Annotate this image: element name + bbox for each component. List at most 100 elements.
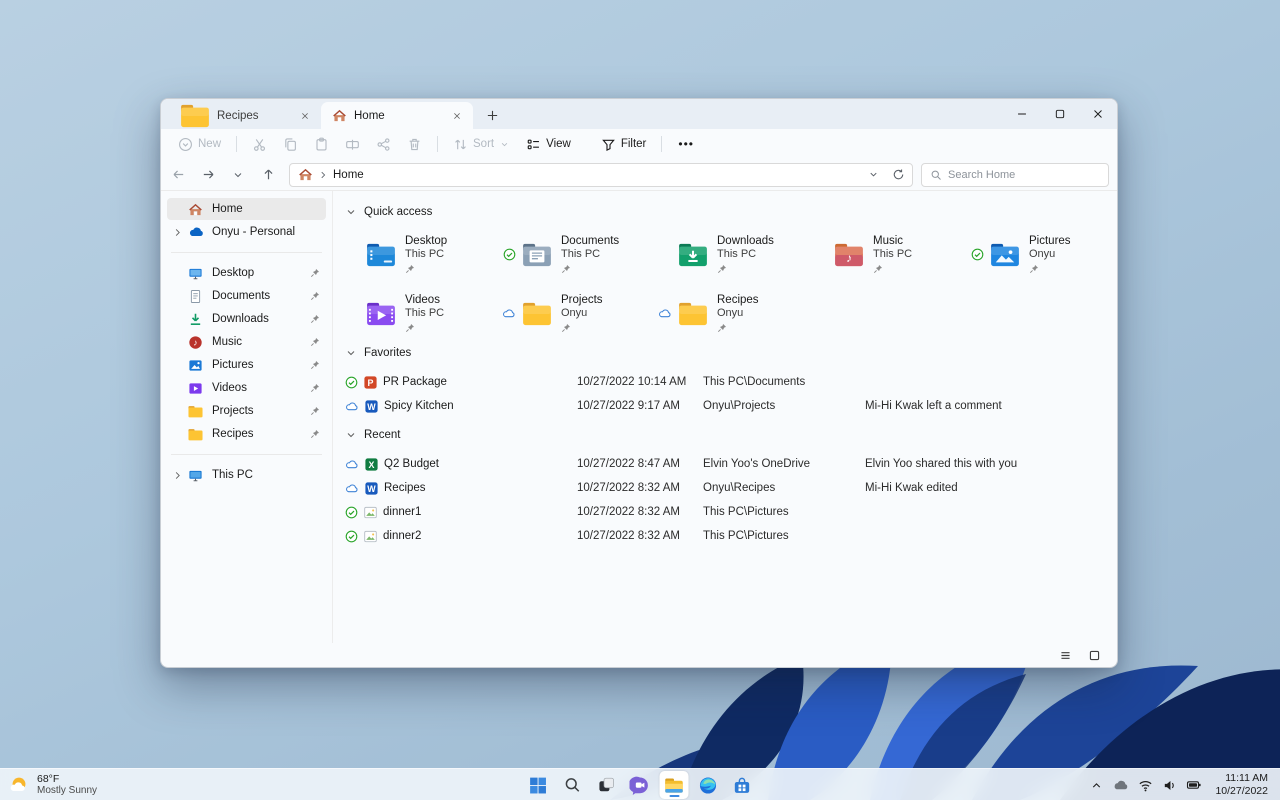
sidebar-item-desktop[interactable]: Desktop: [167, 262, 326, 284]
quick-access-tile-downloads[interactable]: Downloads This PC: [657, 231, 813, 277]
status-synced-icon: [345, 530, 358, 543]
tray-chevron-up-icon[interactable]: [1090, 779, 1103, 792]
paste-icon: [314, 137, 329, 152]
taskbar-app-task-view[interactable]: [592, 771, 621, 799]
sidebar-item-documents[interactable]: Documents: [167, 285, 326, 307]
up-button[interactable]: [255, 163, 281, 187]
tab-close-icon[interactable]: [297, 108, 313, 124]
file-row-q2-budget[interactable]: X Q2 Budget 10/27/2022 8:47 AM Elvin Yoo…: [345, 452, 1103, 476]
chevron-right-icon[interactable]: [171, 227, 183, 238]
taskbar-app-start[interactable]: [524, 771, 553, 799]
status-synced-icon: [345, 376, 358, 389]
tile-name: Projects: [561, 293, 603, 306]
weather-widget[interactable]: 68°F Mostly Sunny: [0, 769, 109, 800]
large-icons-view-icon[interactable]: [1088, 649, 1101, 662]
volume-icon[interactable]: [1162, 778, 1177, 793]
section-title: Quick access: [364, 206, 433, 218]
quick-access-tile-projects[interactable]: Projects Onyu: [501, 290, 657, 336]
weather-sun-icon: [8, 774, 30, 796]
file-row-recipes[interactable]: W Recipes 10/27/2022 8:32 AM Onyu\Recipe…: [345, 476, 1103, 500]
pin-icon: [561, 322, 603, 333]
wifi-icon[interactable]: [1138, 778, 1153, 793]
filetype-dinner2-icon: [363, 529, 378, 544]
onedrive-tray-icon[interactable]: [1112, 777, 1129, 794]
quick-access-tile-videos[interactable]: Videos This PC: [345, 290, 501, 336]
tab-recipes[interactable]: Recipes: [169, 102, 321, 129]
tab-close-icon[interactable]: [449, 108, 465, 124]
taskbar-clock[interactable]: 11:11 AM 10/27/2022: [1215, 772, 1268, 798]
new-tab-button[interactable]: [479, 103, 505, 127]
quick-access-tile-music[interactable]: ♪ Music This PC: [813, 231, 969, 277]
chevron-down-icon[interactable]: [345, 429, 357, 441]
sidebar-item-projects[interactable]: Projects: [167, 400, 326, 422]
quick-access-tile-desktop[interactable]: Desktop This PC: [345, 231, 501, 277]
sidebar-item-home[interactable]: Home: [167, 198, 326, 220]
close-button[interactable]: [1079, 99, 1117, 129]
quick-access-tile-recipes[interactable]: Recipes Onyu: [657, 290, 813, 336]
rename-button[interactable]: [338, 132, 367, 156]
section-header-favorites[interactable]: Favorites: [345, 342, 1103, 364]
file-row-dinner1[interactable]: dinner1 10/27/2022 8:32 AM This PC\Pictu…: [345, 500, 1103, 524]
sidebar-item-downloads[interactable]: Downloads: [167, 308, 326, 330]
sidebar-item-music[interactable]: ♪ Music: [167, 331, 326, 353]
details-view-icon[interactable]: [1059, 649, 1072, 662]
file-row-pr-package[interactable]: P PR Package 10/27/2022 10:14 AM This PC…: [345, 370, 1103, 394]
file-note: Elvin Yoo shared this with you: [865, 458, 1018, 470]
tile-name: Recipes: [717, 293, 759, 306]
file-row-dinner2[interactable]: dinner2 10/27/2022 8:32 AM This PC\Pictu…: [345, 524, 1103, 548]
taskbar-app-edge[interactable]: [694, 771, 723, 799]
view-button[interactable]: View: [519, 132, 578, 156]
section-header-quick-access[interactable]: Quick access: [345, 201, 1103, 223]
chevron-down-icon[interactable]: [345, 206, 357, 218]
sidebar-item-this-pc[interactable]: This PC: [167, 464, 326, 486]
chevron-down-icon: [499, 139, 510, 150]
new-button[interactable]: New: [171, 132, 228, 156]
taskbar-app-search[interactable]: [558, 771, 587, 799]
sort-button[interactable]: Sort: [446, 132, 517, 156]
battery-icon[interactable]: [1186, 777, 1202, 793]
file-explorer-window: Recipes Home New Sort View Filter ••• Ho…: [160, 98, 1118, 668]
recipes-icon: [188, 428, 203, 441]
chevron-right-icon[interactable]: [171, 470, 183, 481]
sidebar-item-recipes[interactable]: Recipes: [167, 423, 326, 445]
minimize-button[interactable]: [1003, 99, 1041, 129]
sidebar-item-videos[interactable]: Videos: [167, 377, 326, 399]
taskbar-app-store[interactable]: [728, 771, 757, 799]
share-button[interactable]: [369, 132, 398, 156]
address-bar[interactable]: Home: [289, 162, 913, 187]
section-header-recent[interactable]: Recent: [345, 424, 1103, 446]
breadcrumb[interactable]: Home: [333, 169, 364, 181]
filter-button[interactable]: Filter: [594, 132, 654, 156]
address-dropdown-button[interactable]: [863, 163, 883, 187]
videos-icon: [188, 381, 203, 396]
maximize-button[interactable]: [1041, 99, 1079, 129]
sidebar: Home Onyu - Personal Desktop Documents D…: [161, 191, 333, 643]
forward-button[interactable]: [195, 163, 221, 187]
start-icon: [528, 775, 549, 796]
file-date: 10/27/2022 10:14 AM: [577, 376, 687, 388]
sidebar-item-onyu-personal[interactable]: Onyu - Personal: [167, 221, 326, 243]
filetype-q2-budget-icon: X: [364, 457, 379, 472]
search-input[interactable]: [948, 168, 1100, 181]
paste-button[interactable]: [307, 132, 336, 156]
tab-home[interactable]: Home: [321, 102, 473, 129]
more-options-button[interactable]: •••: [670, 132, 702, 156]
file-row-spicy-kitchen[interactable]: W Spicy Kitchen 10/27/2022 9:17 AM Onyu\…: [345, 394, 1103, 418]
delete-button[interactable]: [400, 132, 429, 156]
recent-locations-button[interactable]: [225, 163, 251, 187]
tile-name: Desktop: [405, 234, 448, 247]
cut-button[interactable]: [245, 132, 274, 156]
refresh-button[interactable]: [888, 163, 908, 187]
back-button[interactable]: [165, 163, 191, 187]
quick-access-tile-pictures[interactable]: Pictures Onyu: [969, 231, 1117, 277]
search-box[interactable]: [921, 162, 1109, 187]
chevron-down-icon[interactable]: [345, 347, 357, 359]
taskbar-app-chat[interactable]: [626, 771, 655, 799]
file-date: 10/27/2022 8:32 AM: [577, 482, 680, 494]
taskbar-app-file-explorer[interactable]: [659, 771, 689, 799]
quick-access-tile-documents[interactable]: Documents This PC: [501, 231, 657, 277]
copy-button[interactable]: [276, 132, 305, 156]
tab-home-icon: [332, 108, 347, 123]
search-icon: [930, 169, 942, 181]
sidebar-item-pictures[interactable]: Pictures: [167, 354, 326, 376]
